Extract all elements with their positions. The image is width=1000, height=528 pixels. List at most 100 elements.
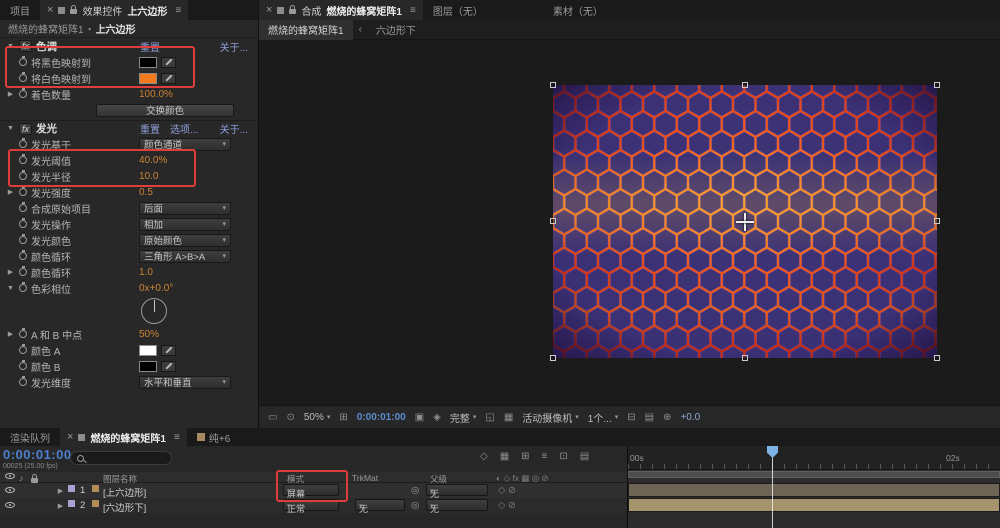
chevron-left-icon[interactable]: ‹ [359, 24, 362, 35]
twirl-down-icon[interactable]: ▼ [6, 285, 15, 292]
glow-threshold-value[interactable]: 40.0% [139, 155, 167, 166]
color-b-swatch[interactable] [139, 360, 157, 372]
composition-canvas[interactable] [550, 82, 940, 361]
glow-operation-dropdown[interactable]: 相加 ▾ [139, 217, 231, 231]
viewer-tab-active[interactable]: 燃烧的蜂窝矩阵1 [259, 19, 353, 40]
layer-duration-bar-2[interactable] [628, 498, 1000, 512]
twirl-right-icon[interactable]: ▶ [6, 188, 15, 196]
selection-handle[interactable] [742, 82, 748, 88]
lock-icon[interactable] [70, 5, 78, 14]
ab-midpoint-value[interactable]: 50% [139, 329, 159, 340]
composition-mini-flowchart-icon[interactable]: ◇ [480, 451, 488, 462]
stopwatch-icon[interactable] [19, 72, 27, 82]
color-a-swatch[interactable] [139, 344, 157, 356]
map-black-swatch[interactable] [139, 56, 157, 68]
glow-composite-dropdown[interactable]: 后面 ▾ [139, 201, 231, 215]
mode-dropdown-row1[interactable]: 屏幕 ▾ [283, 484, 339, 499]
time-ruler[interactable]: 00s 02s [628, 446, 1000, 470]
twirl-right-icon[interactable]: ▶ [6, 330, 15, 338]
graph-editor-icon[interactable]: ▤ [580, 451, 589, 462]
selection-handle[interactable] [934, 218, 940, 224]
tint-about-link[interactable]: 关于... [220, 39, 248, 54]
timeline-track-area[interactable]: 00s 02s [628, 446, 1000, 528]
close-icon[interactable]: × [266, 4, 272, 16]
zoom-dropdown[interactable]: 50% ▾ [304, 412, 331, 423]
transparency-grid-icon[interactable]: ▦ [504, 412, 513, 423]
panel-menu-icon[interactable]: ≡ [175, 5, 181, 16]
snapshot-camera-icon[interactable]: ▣ [415, 412, 424, 423]
tab-footage[interactable]: 素材（无） [543, 0, 613, 20]
playhead-line[interactable] [772, 446, 773, 528]
stopwatch-icon[interactable] [19, 170, 27, 180]
color-phase-dial[interactable] [141, 298, 167, 324]
twirl-right-icon[interactable]: ▶ [6, 90, 15, 98]
parent-pickwhip-icon[interactable]: ◎ [411, 500, 419, 511]
stopwatch-icon[interactable] [19, 360, 27, 370]
tab-composition[interactable]: × 合成 燃烧的蜂窝矩阵1 ≡ [259, 0, 423, 20]
stopwatch-icon[interactable] [19, 344, 27, 354]
eyedropper-icon[interactable] [161, 56, 176, 68]
layer-name[interactable]: [上六边形] [103, 485, 146, 499]
tab-effect-controls[interactable]: × 效果控件 上六边形 ≡ [40, 0, 189, 20]
grid-guides-icon[interactable]: ⊞ [339, 412, 347, 423]
selection-handle[interactable] [934, 355, 940, 361]
glow-options-link[interactable]: 选项... [170, 121, 198, 136]
layer-row-1[interactable]: ▶ 1 [上六边形] 屏幕 ▾ ◎ 无 ▾ ◇ ⊘ [0, 483, 627, 499]
resolution-dropdown[interactable]: 完整 ▾ [450, 410, 477, 425]
selection-handle[interactable] [550, 218, 556, 224]
eyedropper-icon[interactable] [161, 344, 176, 356]
timeline-button-icon[interactable]: ⊕ [663, 412, 671, 423]
swap-colors-button[interactable]: 交换颜色 [96, 103, 234, 117]
column-trkmat[interactable]: TrkMat [352, 473, 378, 483]
eyedropper-icon[interactable] [161, 72, 176, 84]
map-white-swatch[interactable] [139, 72, 157, 84]
lock-icon[interactable] [289, 5, 297, 14]
twirl-down-icon[interactable]: ▼ [6, 125, 15, 132]
stopwatch-icon[interactable] [19, 186, 27, 196]
glow-intensity-value[interactable]: 0.5 [139, 187, 153, 198]
hide-shy-layers-icon[interactable]: ⊞ [521, 451, 529, 462]
tint-reset-link[interactable]: 重置 [140, 39, 160, 54]
show-snapshot-icon[interactable]: ◈ [433, 412, 441, 423]
trkmat-dropdown-row2[interactable]: 无 ▾ [355, 499, 405, 514]
eye-icon[interactable] [5, 502, 15, 508]
viewer-tab-other[interactable]: 六边形下 [368, 22, 424, 37]
close-icon[interactable]: × [67, 431, 73, 443]
stopwatch-icon[interactable] [19, 234, 27, 244]
stopwatch-icon[interactable] [19, 328, 27, 338]
color-phase-value[interactable]: 0x+0.0° [139, 283, 173, 294]
comp-viewport[interactable] [259, 40, 1000, 405]
pixel-aspect-icon[interactable]: ⊟ [627, 412, 635, 423]
color-looping-dropdown[interactable]: 三角形 A>B>A ▾ [139, 249, 231, 263]
layer-name[interactable]: [六边形下] [103, 500, 146, 514]
fx-enable-badge[interactable]: fx [19, 40, 33, 52]
stopwatch-icon[interactable] [19, 282, 27, 292]
stopwatch-icon[interactable] [19, 138, 27, 148]
magnification-icon[interactable]: ⊙ [286, 412, 294, 423]
layer-label-chip[interactable] [68, 500, 75, 507]
parent-dropdown-row2[interactable]: 无 ▾ [426, 499, 488, 514]
layer-switches[interactable]: ◇ ⊘ [498, 485, 516, 496]
tab-render-queue[interactable]: 渲染队列 [0, 427, 60, 447]
stopwatch-icon[interactable] [19, 202, 27, 212]
view-layout-dropdown[interactable]: 1个... ▾ [588, 410, 618, 425]
parent-dropdown-row1[interactable]: 无 ▾ [426, 484, 488, 499]
anchor-point-crosshair[interactable] [736, 212, 754, 231]
twirl-down-icon[interactable]: ▼ [6, 43, 15, 50]
active-camera-dropdown[interactable]: 活动摄像机 ▾ [522, 410, 579, 425]
mode-dropdown-row2[interactable]: 正常 ▾ [283, 499, 339, 514]
glow-effect-header[interactable]: ▼ fx 发光 重置 选项... 关于... [0, 120, 258, 136]
tint-amount-value[interactable]: 100.0% [139, 89, 173, 100]
color-loops-value[interactable]: 1.0 [139, 267, 153, 278]
twirl-right-icon[interactable]: ▶ [6, 268, 15, 276]
stopwatch-icon[interactable] [19, 56, 27, 66]
stopwatch-icon[interactable] [19, 88, 27, 98]
selection-handle[interactable] [550, 355, 556, 361]
stopwatch-icon[interactable] [19, 250, 27, 260]
tab-solid[interactable]: 纯+6 [187, 427, 240, 447]
layer-row-2[interactable]: ▶ 2 [六边形下] 正常 ▾ 无 ▾ ◎ 无 ▾ ◇ ⊘ [0, 498, 627, 514]
layer-duration-bar-1[interactable] [628, 483, 1000, 497]
tint-effect-header[interactable]: ▼ fx 色调 重置 关于... [0, 38, 258, 54]
eye-icon[interactable] [5, 487, 15, 493]
tab-project[interactable]: 项目 [0, 0, 40, 20]
